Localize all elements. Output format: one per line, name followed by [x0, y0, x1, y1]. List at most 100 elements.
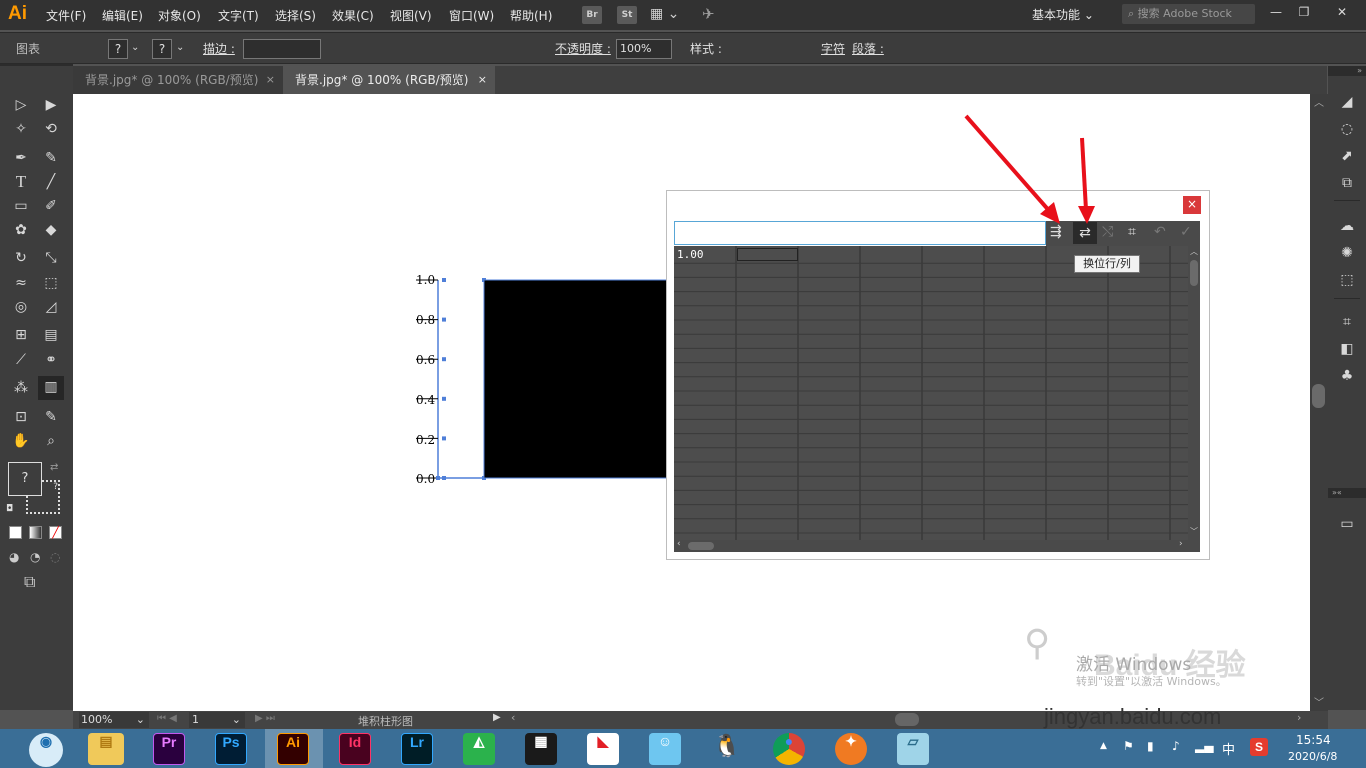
grid-vertical-scrollbar[interactable]: ︿ ﹀	[1188, 246, 1200, 540]
line-tool-icon[interactable]: ╱	[40, 171, 62, 193]
character-panel-link[interactable]: 字符	[821, 40, 845, 57]
file-explorer-icon[interactable]: ▤	[88, 733, 124, 765]
bridge-button[interactable]: Br	[582, 6, 602, 24]
scroll-down-icon[interactable]: ﹀	[1314, 694, 1324, 709]
slice-tool-icon[interactable]: ✎	[40, 406, 62, 428]
menu-select[interactable]: 选择(S)	[275, 7, 316, 24]
zoom-field[interactable]: 100% ⌄	[79, 712, 149, 728]
notes-app-icon[interactable]: ▱	[897, 733, 929, 765]
workspace-switcher[interactable]: 基本功能 ⌄	[1032, 6, 1094, 23]
grid-scroll-left-icon[interactable]: ‹	[677, 539, 681, 549]
tray-battery-icon[interactable]: ▮	[1147, 739, 1154, 753]
browser-app-icon[interactable]: ✦	[835, 733, 867, 765]
paragraph-panel-link[interactable]: 段落 :	[852, 40, 884, 57]
default-colors-icon[interactable]: ◘	[6, 504, 13, 514]
magic-wand-icon[interactable]: ✧	[10, 118, 32, 140]
scroll-up-icon[interactable]: ︿	[1314, 94, 1324, 109]
mesh-tool-icon[interactable]: ⊞	[10, 324, 32, 346]
close-tab-icon[interactable]: ×	[266, 66, 275, 94]
messenger-app-icon[interactable]: ☺	[649, 733, 681, 765]
warp-tool-icon[interactable]: ≈	[10, 272, 32, 294]
paintbrush-icon[interactable]: ✐	[40, 195, 62, 217]
draw-inside-icon[interactable]: ◌	[50, 550, 60, 564]
transparency-panel-icon[interactable]: ⬚	[1337, 270, 1357, 290]
stock-search-input[interactable]: ⌕ 搜索 Adobe Stock	[1122, 4, 1255, 24]
menu-help[interactable]: 帮助(H)	[510, 7, 552, 24]
hand-tool-icon[interactable]: ✋	[10, 430, 32, 452]
data-window-close-button[interactable]: ×	[1183, 196, 1201, 214]
stroke-label[interactable]: 描边 :	[203, 40, 235, 57]
export-panel-icon[interactable]: ⬈	[1337, 146, 1357, 166]
fill-dropdown-icon[interactable]: ⌄	[131, 42, 139, 53]
rectangle-tool-icon[interactable]: ▭	[10, 195, 32, 217]
color-guide-panel-icon[interactable]: ◢	[1337, 92, 1357, 112]
tray-expand-icon[interactable]: ▲	[1100, 741, 1107, 751]
direct-selection-tool-icon[interactable]: ▶	[40, 94, 62, 116]
eraser-icon[interactable]: ◆	[40, 219, 62, 241]
indesign-icon[interactable]: Id	[339, 733, 371, 765]
revert-icon[interactable]: ↶	[1154, 224, 1166, 240]
shape-builder-icon[interactable]: ◎	[10, 296, 32, 318]
symbol-sprayer-icon[interactable]: ⁂	[10, 377, 32, 399]
draw-normal-icon[interactable]: ◕	[9, 550, 19, 564]
minimize-button[interactable]: —	[1262, 2, 1290, 22]
stroke-weight-field[interactable]	[243, 39, 321, 59]
stock-button[interactable]: St	[617, 6, 637, 24]
artboard-number-field[interactable]: 1 ⌄	[189, 712, 245, 728]
scale-tool-icon[interactable]: ⤡	[40, 247, 62, 269]
draw-behind-icon[interactable]: ◔	[30, 550, 40, 564]
hscroll-right-icon[interactable]: ›	[1297, 711, 1301, 724]
eyedropper-icon[interactable]: ⟋	[10, 349, 32, 371]
qq-icon[interactable]: 🐧	[711, 733, 743, 765]
red-app-icon[interactable]: ◣	[587, 733, 619, 765]
fill-color-box[interactable]: ?	[8, 462, 42, 496]
sogou-ime-icon[interactable]: S	[1250, 738, 1268, 756]
cell-a1[interactable]: 1.00	[677, 248, 704, 261]
gradient-tool-icon[interactable]: ▤	[40, 324, 62, 346]
tray-volume-icon[interactable]: ♪	[1172, 739, 1180, 753]
perspective-grid-icon[interactable]: ◿	[40, 296, 62, 318]
swap-fill-stroke-icon[interactable]: ⇄	[50, 462, 58, 473]
stacked-column-chart[interactable]	[400, 270, 670, 490]
appearance-panel-icon[interactable]: ◌	[1337, 119, 1357, 139]
libraries-panel-icon[interactable]: ☁	[1337, 216, 1357, 236]
lightroom-icon[interactable]: Lr	[401, 733, 433, 765]
layers-panel-icon[interactable]: ◧	[1337, 339, 1357, 359]
shaper-tool-icon[interactable]: ✿	[10, 219, 32, 241]
artboard-dropdown-icon[interactable]: ⌄	[232, 712, 241, 728]
tab-document-2[interactable]: 背景.jpg* @ 100% (RGB/预览) ×	[283, 66, 495, 94]
grid-scroll-down-icon[interactable]: ﹀	[1190, 526, 1198, 537]
clock-time[interactable]: 15:54	[1296, 733, 1331, 747]
artboard-tool-icon[interactable]: ⊡	[10, 406, 32, 428]
color-mode-icon[interactable]	[9, 526, 22, 539]
grid-scroll-up-icon[interactable]: ︿	[1190, 246, 1198, 257]
opacity-label[interactable]: 不透明度 :	[555, 40, 611, 57]
tab-document-1[interactable]: 背景.jpg* @ 100% (RGB/预览) ×	[73, 66, 283, 94]
restore-button[interactable]: ❐	[1290, 2, 1318, 22]
rotate-tool-icon[interactable]: ↻	[10, 247, 32, 269]
clock-date[interactable]: 2020/6/8	[1288, 750, 1337, 763]
menu-type[interactable]: 文字(T)	[218, 7, 259, 24]
blend-tool-icon[interactable]: ⚭	[40, 349, 62, 371]
gradient-mode-icon[interactable]	[29, 526, 42, 539]
menu-edit[interactable]: 编辑(E)	[102, 7, 143, 24]
free-transform-icon[interactable]: ⬚	[40, 272, 62, 294]
video-editor-icon[interactable]: ▦	[525, 733, 557, 765]
zoom-tool-icon[interactable]: ⌕	[40, 430, 62, 452]
data-grid[interactable]: 1.00	[674, 246, 1188, 540]
tray-network-icon[interactable]: ▂▄	[1195, 739, 1213, 753]
none-mode-icon[interactable]: ╱	[49, 526, 62, 539]
green-app-icon[interactable]: ◭	[463, 733, 495, 765]
fill-swatch[interactable]: ?	[108, 39, 128, 59]
close-button[interactable]: ✕	[1328, 2, 1356, 22]
premiere-icon[interactable]: Pr	[153, 733, 185, 765]
dock-collapse-bottom[interactable]: »«	[1328, 488, 1366, 498]
ime-indicator[interactable]: 中	[1222, 739, 1235, 758]
cell-style-icon[interactable]: ⌗	[1128, 224, 1136, 240]
grid-scroll-right-icon[interactable]: ›	[1179, 539, 1183, 549]
symbols-panel-icon[interactable]: ♣	[1337, 366, 1357, 386]
scroll-thumb[interactable]	[1312, 384, 1325, 408]
tray-flag-icon[interactable]: ⚑	[1123, 739, 1134, 753]
pen-tool-icon[interactable]: ✒	[10, 147, 32, 169]
screen-mode-icon[interactable]: ⧉	[24, 572, 35, 592]
